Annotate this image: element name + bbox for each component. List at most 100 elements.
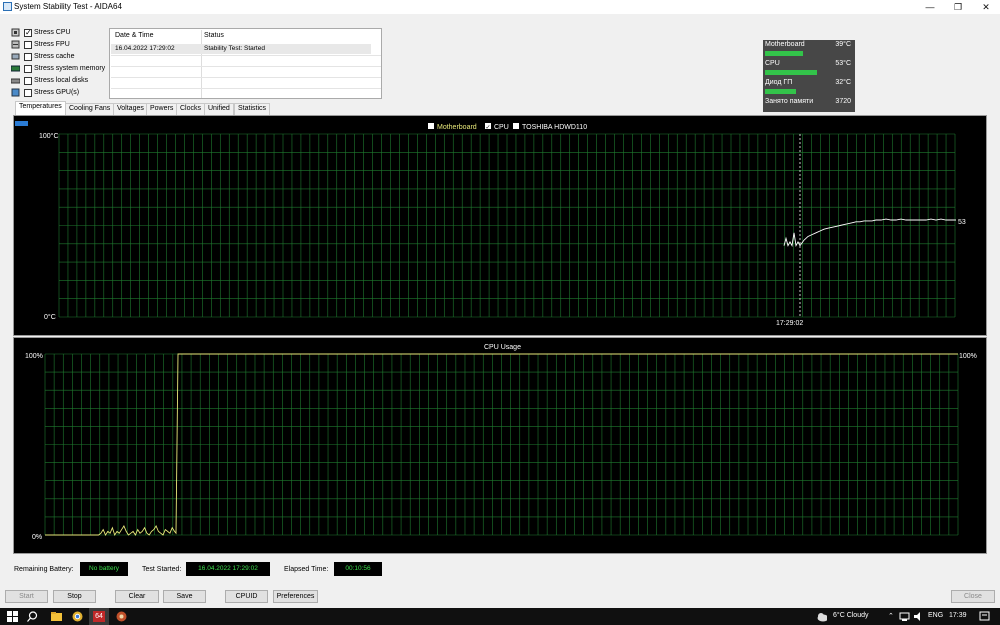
cpu-temp-line <box>784 219 956 246</box>
legend-motherboard-label: Motherboard <box>437 124 477 131</box>
tab-cooling-fans[interactable]: Cooling Fans <box>65 103 114 115</box>
tab-temperatures[interactable]: Temperatures <box>15 101 66 115</box>
stress-gpu-checkbox[interactable] <box>24 89 32 97</box>
cpu-chart-title: CPU Usage <box>484 344 521 351</box>
temp-time-label: 17:29:02 <box>776 320 803 327</box>
sensor-bar <box>765 89 796 94</box>
cloud-icon <box>816 611 827 622</box>
temp-y-min-label: 0°C <box>44 313 56 321</box>
minimize-button[interactable]: — <box>918 0 942 14</box>
row-status-cell: Stability Test: Started <box>204 45 265 52</box>
column-header-date[interactable]: Date & Time <box>115 32 154 39</box>
stress-cpu-label: Stress CPU <box>34 29 71 36</box>
sensor-bar <box>765 70 817 75</box>
notification-icon[interactable] <box>979 611 990 622</box>
cpu-y-min-label: 0% <box>32 534 42 541</box>
cache-icon <box>11 52 20 61</box>
cpu-icon <box>11 28 20 37</box>
sensor-panel: Motherboard 39°C CPU 53°C Диод ГП 32°C З… <box>763 40 855 112</box>
status-log-table[interactable]: Date & Time Status 16.04.2022 17:29:02 S… <box>109 28 382 99</box>
battery-label: Remaining Battery: <box>14 566 74 573</box>
sensor-motherboard: Motherboard 39°C <box>764 40 854 58</box>
file-explorer-icon[interactable] <box>51 611 62 622</box>
temperature-chart: Motherboard ✓ CPU TOSHIBA HDWD110 100°C … <box>13 115 987 336</box>
stress-cpu-option[interactable]: ✓ Stress CPU <box>11 27 71 38</box>
tab-clocks[interactable]: Clocks <box>176 103 205 115</box>
save-button[interactable]: Save <box>163 590 206 603</box>
test-started-label: Test Started: <box>142 566 181 573</box>
stress-cache-checkbox[interactable] <box>24 53 32 61</box>
cpuid-button[interactable]: CPUID <box>225 590 268 603</box>
column-header-status[interactable]: Status <box>204 32 224 39</box>
title-bar: System Stability Test - AIDA64 — ❐ ✕ <box>0 0 1000 14</box>
stress-gpu-option[interactable]: Stress GPU(s) <box>11 87 79 98</box>
stress-fpu-option[interactable]: Stress FPU <box>11 39 70 50</box>
stress-memory-option[interactable]: Stress system memory <box>11 63 105 74</box>
preferences-button[interactable]: Preferences <box>273 590 318 603</box>
clear-button[interactable]: Clear <box>115 590 159 603</box>
volume-icon[interactable] <box>913 611 924 622</box>
sensor-name: CPU <box>765 60 780 67</box>
aida64-icon: 64 <box>93 611 105 622</box>
windows-start-icon[interactable] <box>7 611 18 622</box>
test-started-value: 16.04.2022 17:29:02 <box>186 562 270 576</box>
chrome-icon[interactable] <box>72 611 83 622</box>
gpu-icon <box>11 88 20 97</box>
browser-icon[interactable] <box>116 611 127 622</box>
close-window-button[interactable]: ✕ <box>974 0 998 14</box>
tray-expand-icon[interactable]: ⌃ <box>888 612 894 620</box>
aida64-taskbar-button[interactable]: 64 <box>89 608 109 625</box>
legend-toshiba-checkbox[interactable] <box>513 123 519 129</box>
sensor-value: 3720 <box>835 98 851 105</box>
app-icon <box>3 2 12 11</box>
stress-memory-checkbox[interactable] <box>24 65 32 73</box>
elapsed-time-label: Elapsed Time: <box>284 566 328 573</box>
stress-disks-checkbox[interactable] <box>24 77 32 85</box>
temp-y-max-label: 100°C <box>39 132 59 140</box>
tab-unified[interactable]: Unified <box>204 103 234 115</box>
battery-value: No battery <box>80 562 128 576</box>
clock[interactable]: 17:39 <box>949 612 967 619</box>
stress-disks-option[interactable]: Stress local disks <box>11 75 88 86</box>
row-date-cell: 16.04.2022 17:29:02 <box>115 45 175 52</box>
stress-cache-option[interactable]: Stress cache <box>11 51 74 62</box>
sensor-bar <box>765 51 803 56</box>
search-icon[interactable] <box>27 611 38 622</box>
legend-toshiba-label: TOSHIBA HDWD110 <box>522 124 587 131</box>
restore-button[interactable]: ❐ <box>946 0 970 14</box>
tab-voltages[interactable]: Voltages <box>113 103 148 115</box>
tab-statistics[interactable]: Statistics <box>234 103 270 115</box>
sensor-value: 32°C <box>835 79 851 86</box>
sensor-value: 39°C <box>835 41 851 48</box>
stress-fpu-label: Stress FPU <box>34 41 70 48</box>
stress-memory-label: Stress system memory <box>34 65 105 72</box>
temp-current-value: 53 <box>958 219 966 226</box>
elapsed-time-value: 00:10:56 <box>334 562 382 576</box>
stress-fpu-checkbox[interactable] <box>24 41 32 49</box>
sensor-cpu: CPU 53°C <box>764 59 854 77</box>
fpu-icon <box>11 40 20 49</box>
sensor-name: Диод ГП <box>765 79 792 86</box>
stress-cpu-checkbox[interactable]: ✓ <box>24 29 32 37</box>
disk-icon <box>11 76 20 85</box>
memory-icon <box>11 64 20 73</box>
language-indicator[interactable]: ENG <box>928 612 943 619</box>
network-icon[interactable] <box>899 611 910 622</box>
taskbar: 64 6°C Cloudy ⌃ ENG 17:39 <box>0 608 1000 625</box>
sensor-value: 53°C <box>835 60 851 67</box>
close-button[interactable]: Close <box>951 590 995 603</box>
stress-disks-label: Stress local disks <box>34 77 88 84</box>
sensor-memory-used: Занято памяти 3720 <box>764 97 854 115</box>
cpu-current-value: 100% <box>959 353 977 360</box>
weather-text[interactable]: 6°C Cloudy <box>833 612 868 619</box>
stop-button[interactable]: Stop <box>53 590 96 603</box>
sensor-name: Motherboard <box>765 41 805 48</box>
tab-powers[interactable]: Powers <box>146 103 177 115</box>
cpu-y-max-label: 100% <box>25 353 43 360</box>
stress-gpu-label: Stress GPU(s) <box>34 89 79 96</box>
start-button[interactable]: Start <box>5 590 48 603</box>
cpu-usage-chart: CPU Usage 100% 0% 100% <box>13 337 987 554</box>
legend-cpu-label: CPU <box>494 124 509 131</box>
legend-cpu-check: ✓ <box>486 124 491 131</box>
legend-motherboard-checkbox[interactable] <box>428 123 434 129</box>
